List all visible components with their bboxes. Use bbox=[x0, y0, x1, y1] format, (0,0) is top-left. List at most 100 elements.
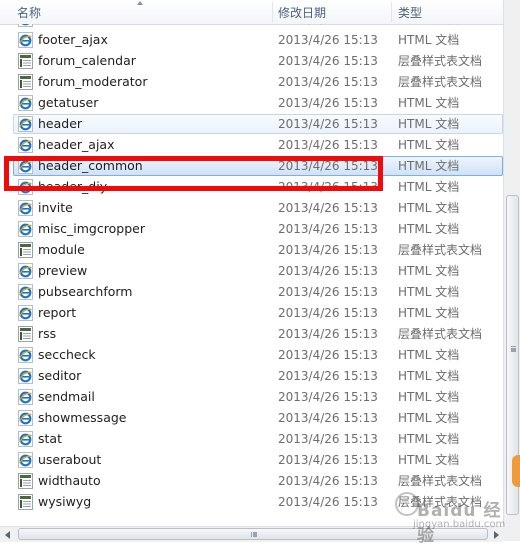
file-row[interactable]: footer_ajax2013/4/26 15:13HTML 文档 bbox=[0, 30, 503, 51]
file-type: HTML 文档 bbox=[398, 303, 459, 323]
ie-html-file-icon bbox=[18, 24, 33, 27]
file-row[interactable]: report 2013/4/26 15:13 HTML 文档 bbox=[0, 303, 503, 324]
file-name: widthauto bbox=[38, 471, 101, 491]
file-row[interactable]: header_common2013/4/26 15:13HTML 文档 bbox=[0, 156, 503, 177]
file-row[interactable]: rss2013/4/26 15:13层叠样式表文档 bbox=[0, 324, 503, 345]
file-modified-date: 2013/4/26 15:13 bbox=[278, 219, 378, 239]
scroll-left-icon[interactable] bbox=[5, 531, 10, 539]
file-row[interactable]: forum_moderator 2013/4/26 15:13 层叠样式表文档 bbox=[0, 72, 503, 93]
file-type: HTML 文档 bbox=[398, 387, 459, 407]
file-modified-date: 2013/4/26 15:13 bbox=[278, 324, 378, 344]
css-file-icon bbox=[18, 473, 33, 489]
file-name: rss bbox=[38, 324, 56, 344]
file-type: HTML 文档 bbox=[398, 345, 459, 365]
file-row[interactable]: misc_imgcropper2013/4/26 15:13HTML 文档 bbox=[0, 219, 503, 240]
file-row[interactable]: showmessage2013/4/26 15:13HTML 文档 bbox=[0, 408, 503, 429]
file-modified-date: 2013/4/26 15:13 bbox=[278, 24, 378, 29]
file-row[interactable]: seccheck2013/4/26 15:13HTML 文档 bbox=[0, 345, 503, 366]
file-name: invite bbox=[38, 198, 73, 218]
file-modified-date: 2013/4/26 15:13 bbox=[278, 240, 378, 260]
file-type: HTML 文档 bbox=[398, 135, 459, 155]
file-type: HTML 文档 bbox=[398, 30, 459, 50]
file-name: userabout bbox=[38, 450, 101, 470]
column-divider[interactable] bbox=[391, 2, 392, 22]
ie-html-file-icon bbox=[18, 200, 33, 216]
file-modified-date: 2013/4/26 15:13 bbox=[278, 51, 378, 71]
file-row[interactable]: sendmail 2013/4/26 15:13 HTML 文档 bbox=[0, 387, 503, 408]
file-name: report bbox=[38, 303, 76, 323]
css-file-icon bbox=[18, 326, 33, 342]
column-header-type[interactable]: 类型 bbox=[398, 0, 422, 24]
ie-html-file-icon bbox=[18, 137, 33, 153]
grip-icon bbox=[511, 346, 516, 348]
file-modified-date: 2013/4/26 15:13 bbox=[278, 261, 378, 281]
file-name: misc_imgcropper bbox=[38, 219, 145, 239]
css-file-icon bbox=[18, 53, 33, 69]
file-name: preview bbox=[38, 261, 87, 281]
file-row[interactable]: invite2013/4/26 15:13HTML 文档 bbox=[0, 198, 503, 219]
ie-html-file-icon bbox=[18, 263, 33, 279]
file-type: 层叠样式表文档 bbox=[398, 72, 482, 92]
file-name: forum_moderator bbox=[38, 72, 147, 92]
file-row[interactable]: userabout 2013/4/26 15:13 HTML 文档 bbox=[0, 450, 503, 471]
file-row[interactable]: seditor2013/4/26 15:13HTML 文档 bbox=[0, 366, 503, 387]
file-name: seccheck bbox=[38, 345, 96, 365]
ie-html-file-icon bbox=[18, 116, 33, 132]
file-name: header bbox=[38, 114, 82, 134]
file-row[interactable]: stat 2013/4/26 15:13 HTML 文档 bbox=[0, 429, 503, 450]
file-row[interactable]: forum_calendar2013/4/26 15:13层叠样式表文档 bbox=[0, 51, 503, 72]
ie-html-file-icon bbox=[18, 347, 33, 363]
sort-ascending-icon bbox=[137, 1, 143, 5]
file-modified-date: 2013/4/26 15:13 bbox=[278, 72, 378, 92]
file-type: HTML 文档 bbox=[398, 114, 459, 134]
file-modified-date: 2013/4/26 15:13 bbox=[278, 387, 378, 407]
side-tab[interactable] bbox=[512, 455, 520, 487]
column-divider[interactable] bbox=[272, 2, 273, 22]
file-row[interactable]: preview2013/4/26 15:13HTML 文档 bbox=[0, 261, 503, 282]
file-row[interactable]: getatuser2013/4/26 15:13HTML 文档 bbox=[0, 93, 503, 114]
file-type: HTML 文档 bbox=[398, 450, 459, 470]
file-type: HTML 文档 bbox=[398, 24, 459, 29]
file-modified-date: 2013/4/26 15:13 bbox=[278, 408, 378, 428]
file-name: showmessage bbox=[38, 408, 126, 428]
ie-html-file-icon bbox=[18, 368, 33, 384]
file-row[interactable]: header 2013/4/26 15:13 HTML 文档 bbox=[0, 114, 503, 135]
file-type: HTML 文档 bbox=[398, 177, 459, 197]
file-modified-date: 2013/4/26 15:13 bbox=[278, 366, 378, 386]
file-modified-date: 2013/4/26 15:13 bbox=[278, 282, 378, 302]
ie-html-file-icon bbox=[18, 284, 33, 300]
file-type: HTML 文档 bbox=[398, 366, 459, 386]
ie-html-file-icon bbox=[18, 179, 33, 195]
file-row[interactable]: pubsearchform 2013/4/26 15:13 HTML 文档 bbox=[0, 282, 503, 303]
file-modified-date: 2013/4/26 15:13 bbox=[278, 114, 378, 134]
file-modified-date: 2013/4/26 15:13 bbox=[278, 471, 378, 491]
css-file-icon bbox=[18, 242, 33, 258]
file-name: stat bbox=[38, 429, 62, 449]
ie-html-file-icon bbox=[18, 221, 33, 237]
file-modified-date: 2013/4/26 15:13 bbox=[278, 30, 378, 50]
file-modified-date: 2013/4/26 15:13 bbox=[278, 450, 378, 470]
file-modified-date: 2013/4/26 15:13 bbox=[278, 177, 378, 197]
column-header: 名称 修改日期 类型 bbox=[0, 0, 503, 25]
file-modified-date: 2013/4/26 15:13 bbox=[278, 93, 378, 113]
file-modified-date: 2013/4/26 15:13 bbox=[278, 156, 378, 176]
file-name: pubsearchform bbox=[38, 282, 132, 302]
file-row[interactable]: header_diy2013/4/26 15:13HTML 文档 bbox=[0, 177, 503, 198]
file-name: header_common bbox=[38, 156, 143, 176]
file-name: forum_calendar bbox=[38, 51, 136, 71]
column-header-name[interactable]: 名称 bbox=[17, 0, 41, 24]
file-row[interactable]: module2013/4/26 15:13层叠样式表文档 bbox=[0, 240, 503, 261]
file-name: sendmail bbox=[38, 387, 95, 407]
file-type: HTML 文档 bbox=[398, 282, 459, 302]
ie-html-file-icon bbox=[18, 305, 33, 321]
ie-html-file-icon bbox=[18, 452, 33, 468]
file-row[interactable]: header_ajax 2013/4/26 15:13 HTML 文档 bbox=[0, 135, 503, 156]
file-modified-date: 2013/4/26 15:13 bbox=[278, 303, 378, 323]
ie-html-file-icon bbox=[18, 389, 33, 405]
file-name: header_ajax bbox=[38, 135, 114, 155]
file-type: HTML 文档 bbox=[398, 429, 459, 449]
column-header-date[interactable]: 修改日期 bbox=[278, 0, 326, 24]
file-modified-date: 2013/4/26 15:13 bbox=[278, 135, 378, 155]
file-modified-date: 2013/4/26 15:13 bbox=[278, 429, 378, 449]
vertical-scrollbar[interactable] bbox=[503, 0, 520, 526]
